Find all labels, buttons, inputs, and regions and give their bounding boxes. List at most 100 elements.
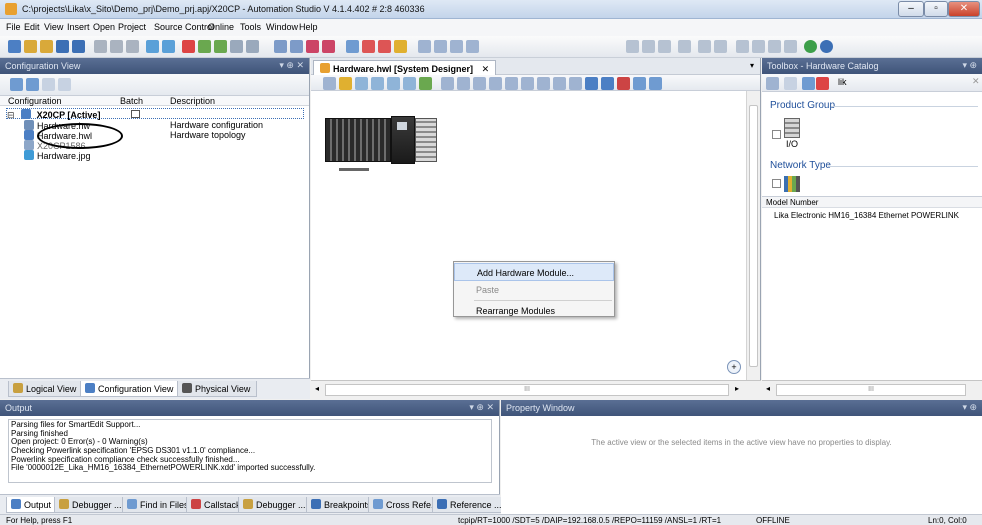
- menu-tools[interactable]: Tools: [240, 22, 261, 32]
- bookmark-icon[interactable]: [678, 40, 691, 53]
- tab-physical-view[interactable]: Physical View: [177, 381, 258, 397]
- hardware-module-image[interactable]: [325, 116, 437, 164]
- designer-tool21-icon[interactable]: [649, 77, 662, 90]
- toolbox-search-icon[interactable]: [802, 77, 815, 90]
- step4-icon[interactable]: [752, 40, 765, 53]
- config-tool4-icon[interactable]: [58, 78, 71, 91]
- designer-tool11-icon[interactable]: [489, 77, 502, 90]
- io-checkbox[interactable]: [772, 130, 781, 139]
- designer-tool18-icon[interactable]: [601, 77, 614, 90]
- menu-online[interactable]: Online: [208, 22, 234, 32]
- step-icon[interactable]: [698, 40, 711, 53]
- menu-open[interactable]: Open: [93, 22, 115, 32]
- stop-icon[interactable]: [306, 40, 319, 53]
- menu-view[interactable]: View: [44, 22, 63, 32]
- designer-tool17-icon[interactable]: [585, 77, 598, 90]
- toolbox-scroll-thumb[interactable]: III: [776, 384, 966, 396]
- layout3-icon[interactable]: [450, 40, 463, 53]
- warning-icon[interactable]: [394, 40, 407, 53]
- designer-tool12-icon[interactable]: [505, 77, 518, 90]
- tab-reference[interactable]: Reference ...: [432, 497, 509, 513]
- paste-icon[interactable]: [126, 40, 139, 53]
- transfer-icon[interactable]: [230, 40, 243, 53]
- monitor-icon[interactable]: [274, 40, 287, 53]
- open-icon[interactable]: [24, 40, 37, 53]
- designer-tool6-icon[interactable]: [403, 77, 416, 90]
- designer-tool14-icon[interactable]: [537, 77, 550, 90]
- config-tool2-icon[interactable]: [26, 78, 39, 91]
- menu-source-control[interactable]: Source Control: [154, 22, 214, 32]
- designer-tool4-icon[interactable]: [371, 77, 384, 90]
- power-icon[interactable]: [378, 40, 391, 53]
- layout-icon[interactable]: [418, 40, 431, 53]
- nav-icon[interactable]: [626, 40, 639, 53]
- new-icon[interactable]: [8, 40, 21, 53]
- tab-debugger-1[interactable]: Debugger ...: [54, 497, 129, 513]
- column-configuration[interactable]: Configuration: [8, 96, 62, 106]
- designer-tool10-icon[interactable]: [473, 77, 486, 90]
- designer-tool20-icon[interactable]: [633, 77, 646, 90]
- batch-checkbox[interactable]: [131, 110, 140, 118]
- tab-close-icon[interactable]: ✕: [482, 64, 490, 74]
- menu-paste[interactable]: Paste: [454, 281, 614, 299]
- toolbox-filter-icon[interactable]: [784, 77, 797, 90]
- step3-icon[interactable]: [736, 40, 749, 53]
- toolbox-pin-icon[interactable]: ▾ ⊕: [962, 60, 977, 71]
- tree-root[interactable]: ⊟ X20CP [Active]: [6, 108, 304, 120]
- save-all-icon[interactable]: [72, 40, 85, 53]
- redo-icon[interactable]: [162, 40, 175, 53]
- scroll-left-icon[interactable]: ◂: [315, 384, 319, 393]
- maximize-button[interactable]: ▫: [924, 1, 948, 17]
- property-pin-icon[interactable]: ▾ ⊕: [962, 402, 977, 413]
- tab-dropdown-icon[interactable]: ▾: [750, 61, 754, 70]
- step5-icon[interactable]: [768, 40, 781, 53]
- layout2-icon[interactable]: [434, 40, 447, 53]
- output-pin-icon[interactable]: ▾ ⊕ ✕: [469, 402, 494, 413]
- menu-rearrange-modules[interactable]: Rearrange Modules: [454, 302, 614, 320]
- copy-icon[interactable]: [110, 40, 123, 53]
- zoom-icon[interactable]: +: [727, 360, 741, 374]
- cut-icon[interactable]: [94, 40, 107, 53]
- horizontal-scroll-thumb[interactable]: III: [325, 384, 729, 396]
- toolbox-scroll-left-icon[interactable]: ◂: [766, 384, 770, 393]
- designer-tool13-icon[interactable]: [521, 77, 534, 90]
- window-icon[interactable]: [290, 40, 303, 53]
- menu-add-hardware-module[interactable]: Add Hardware Module...: [454, 263, 614, 281]
- designer-tool2-icon[interactable]: [339, 77, 352, 90]
- designer-tool19-icon[interactable]: [617, 77, 630, 90]
- scroll-thumb[interactable]: [749, 105, 758, 367]
- output-text-area[interactable]: Parsing files for SmartEdit Support... P…: [8, 419, 492, 483]
- close-button[interactable]: ✕: [948, 1, 980, 17]
- status-icon[interactable]: [820, 40, 833, 53]
- find-icon[interactable]: [346, 40, 359, 53]
- panel-pin-icon[interactable]: ▾ ⊕ ✕: [279, 60, 304, 71]
- designer-tool9-icon[interactable]: [457, 77, 470, 90]
- menu-help[interactable]: Help: [299, 22, 318, 32]
- designer-tool-icon[interactable]: [323, 77, 336, 90]
- error-icon[interactable]: [322, 40, 335, 53]
- menu-edit[interactable]: Edit: [24, 22, 40, 32]
- tab-configuration-view[interactable]: Configuration View: [80, 381, 181, 397]
- tab-find-in-files[interactable]: Find in Files: [122, 497, 196, 513]
- toolbox-clear-filter-icon[interactable]: [816, 77, 829, 90]
- menu-insert[interactable]: Insert: [67, 22, 90, 32]
- network-checkbox[interactable]: [772, 179, 781, 188]
- online-icon[interactable]: [362, 40, 375, 53]
- tree-item-hardware-jpg[interactable]: Hardware.jpg: [24, 150, 91, 161]
- catalog-item-lika[interactable]: Lika Electronic HM16_16384 Ethernet POWE…: [774, 211, 959, 220]
- step2-icon[interactable]: [714, 40, 727, 53]
- layout4-icon[interactable]: [466, 40, 479, 53]
- toolbox-horizontal-scrollbar[interactable]: ◂ III: [762, 380, 982, 399]
- designer-tool15-icon[interactable]: [553, 77, 566, 90]
- designer-horizontal-scrollbar[interactable]: ◂ III ▸: [311, 380, 761, 399]
- designer-tool8-icon[interactable]: [441, 77, 454, 90]
- step6-icon[interactable]: [784, 40, 797, 53]
- tab-debugger-2[interactable]: Debugger ...: [238, 497, 313, 513]
- menu-project[interactable]: Project: [118, 22, 146, 32]
- scroll-right-icon[interactable]: ▸: [735, 384, 739, 393]
- rebuild-icon[interactable]: [214, 40, 227, 53]
- nav2-icon[interactable]: [642, 40, 655, 53]
- designer-vertical-scrollbar[interactable]: [746, 91, 760, 380]
- designer-tool7-icon[interactable]: [419, 77, 432, 90]
- toolbox-search-input[interactable]: lik: [838, 77, 847, 87]
